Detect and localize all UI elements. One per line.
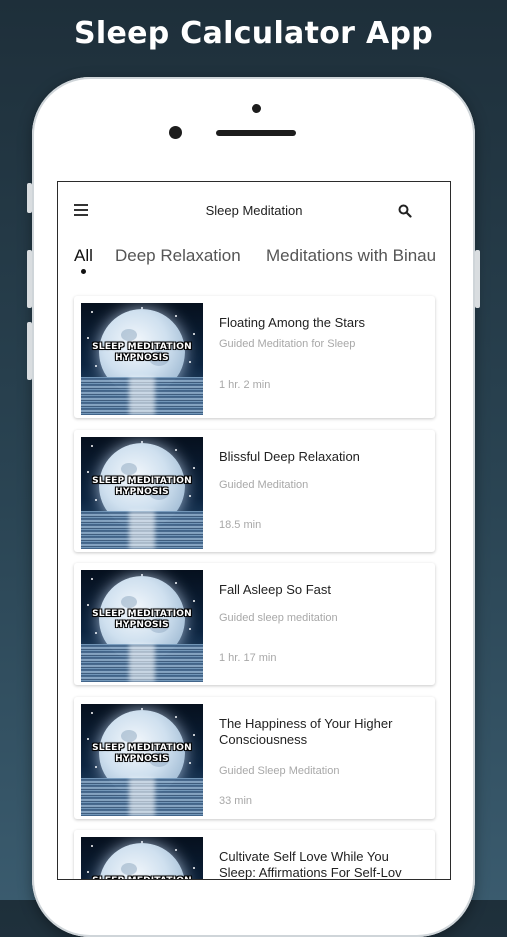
star-decoration	[193, 600, 195, 602]
star-decoration	[91, 712, 93, 714]
moon-image	[99, 843, 185, 879]
app-bar: Sleep Meditation	[58, 182, 450, 238]
list-item[interactable]: SLEEP MEDITATION HYPNOSIS The Happiness of…	[74, 697, 435, 819]
item-duration: 18.5 min	[219, 519, 262, 531]
meditation-thumbnail: SLEEP MEDITATIONHYPNOSIS	[81, 437, 203, 549]
star-decoration	[91, 578, 93, 580]
list-item[interactable]: SLEEP MEDITATION HYPNOSIS Fall Asleep So F…	[74, 563, 435, 685]
star-decoration	[87, 471, 89, 473]
star-decoration	[95, 365, 97, 367]
star-decoration	[193, 467, 195, 469]
app-screen: Sleep Meditation All Deep Relaxation Med…	[57, 181, 451, 880]
star-decoration	[193, 734, 195, 736]
item-title: The Happiness of Your Higher Consciousne…	[219, 716, 393, 747]
thumbnail-caption-line2: HYPNOSIS	[115, 620, 169, 630]
item-title: Fall Asleep So Fast	[219, 582, 331, 597]
item-subtitle: Guided Sleep Meditation	[219, 765, 340, 777]
item-title: Floating Among the Stars	[219, 315, 365, 330]
list-item[interactable]: SLEEP MEDITATION HYPNOSIS Blissful Deep Re…	[74, 430, 435, 552]
star-decoration	[91, 311, 93, 313]
thumbnail-caption: SLEEP MEDITATIONHYPNOSIS	[81, 342, 203, 364]
meditation-thumbnail: SLEEP MEDITATIONHYPNOSIS	[81, 704, 203, 816]
sensor-dot	[252, 104, 261, 113]
item-subtitle: Guided sleep meditation	[219, 612, 338, 624]
list-item[interactable]: SLEEP MEDITATIONHYPNOSIS Cultivate Self L…	[74, 830, 435, 880]
star-decoration	[193, 867, 195, 869]
front-camera	[169, 126, 182, 139]
star-decoration	[87, 604, 89, 606]
meditation-thumbnail: SLEEP MEDITATIONHYPNOSIS	[81, 570, 203, 682]
star-decoration	[91, 445, 93, 447]
item-duration: 1 hr. 2 min	[219, 379, 271, 391]
moon-reflection	[129, 644, 155, 682]
thumbnail-caption-line2: HYPNOSIS	[115, 754, 169, 764]
star-decoration	[95, 499, 97, 501]
phone-power-button	[475, 250, 480, 308]
moon-reflection	[129, 377, 155, 415]
phone-volume-up-button	[27, 250, 32, 308]
star-decoration	[175, 315, 177, 317]
phone-side-button	[27, 183, 32, 213]
moon-reflection	[129, 778, 155, 816]
star-decoration	[95, 632, 97, 634]
star-decoration	[95, 766, 97, 768]
item-subtitle: Guided Meditation	[219, 479, 309, 491]
tab-all[interactable]: All	[74, 246, 93, 266]
active-tab-indicator	[81, 269, 86, 274]
item-duration: 33 min	[219, 795, 253, 807]
star-decoration	[87, 871, 89, 873]
item-subtitle: Guided Meditation for Sleep	[219, 338, 356, 350]
meditation-thumbnail: SLEEP MEDITATIONHYPNOSIS	[81, 837, 203, 879]
thumbnail-caption-line1: SLEEP MEDITATION	[92, 609, 192, 619]
star-decoration	[175, 449, 177, 451]
thumbnail-caption: SLEEP MEDITATIONHYPNOSIS	[81, 476, 203, 498]
promo-title: Sleep Calculator App	[73, 16, 434, 51]
thumbnail-caption: SLEEP MEDITATIONHYPNOSIS	[81, 743, 203, 765]
thumbnail-caption-line2: HYPNOSIS	[115, 353, 169, 363]
thumbnail-caption-line1: SLEEP MEDITATION	[81, 876, 203, 879]
app-title: Sleep Meditation	[205, 203, 303, 218]
moon-reflection	[129, 511, 155, 549]
star-decoration	[175, 849, 177, 851]
item-duration: 1 hr. 17 min	[219, 652, 277, 664]
list-item[interactable]: SLEEP MEDITATION HYPNOSIS Floating Among t…	[74, 296, 435, 418]
item-title: Cultivate Self Love While You Sleep: Aff…	[219, 849, 402, 880]
star-decoration	[175, 716, 177, 718]
star-decoration	[175, 582, 177, 584]
star-decoration	[87, 337, 89, 339]
thumbnail-caption: SLEEP MEDITATIONHYPNOSIS	[81, 876, 203, 879]
thumbnail-caption-line1: SLEEP MEDITATION	[92, 476, 192, 486]
star-decoration	[87, 738, 89, 740]
thumbnail-caption-line1: SLEEP MEDITATION	[92, 342, 192, 352]
star-decoration	[193, 333, 195, 335]
phone-volume-down-button	[27, 322, 32, 380]
tab-deep-relaxation[interactable]: Deep Relaxation	[115, 246, 241, 266]
search-icon[interactable]	[398, 204, 412, 218]
star-decoration	[91, 845, 93, 847]
tab-meditations-with-binaural[interactable]: Meditations with Binau	[266, 246, 436, 266]
thumbnail-caption-line1: SLEEP MEDITATION	[92, 743, 192, 753]
thumbnail-caption: SLEEP MEDITATIONHYPNOSIS	[81, 609, 203, 631]
earpiece-speaker	[216, 130, 296, 136]
meditation-thumbnail: SLEEP MEDITATIONHYPNOSIS	[81, 303, 203, 415]
thumbnail-caption-line2: HYPNOSIS	[115, 487, 169, 497]
category-tabs: All Deep Relaxation Meditations with Bin…	[58, 242, 450, 278]
item-title: Blissful Deep Relaxation	[219, 449, 360, 464]
